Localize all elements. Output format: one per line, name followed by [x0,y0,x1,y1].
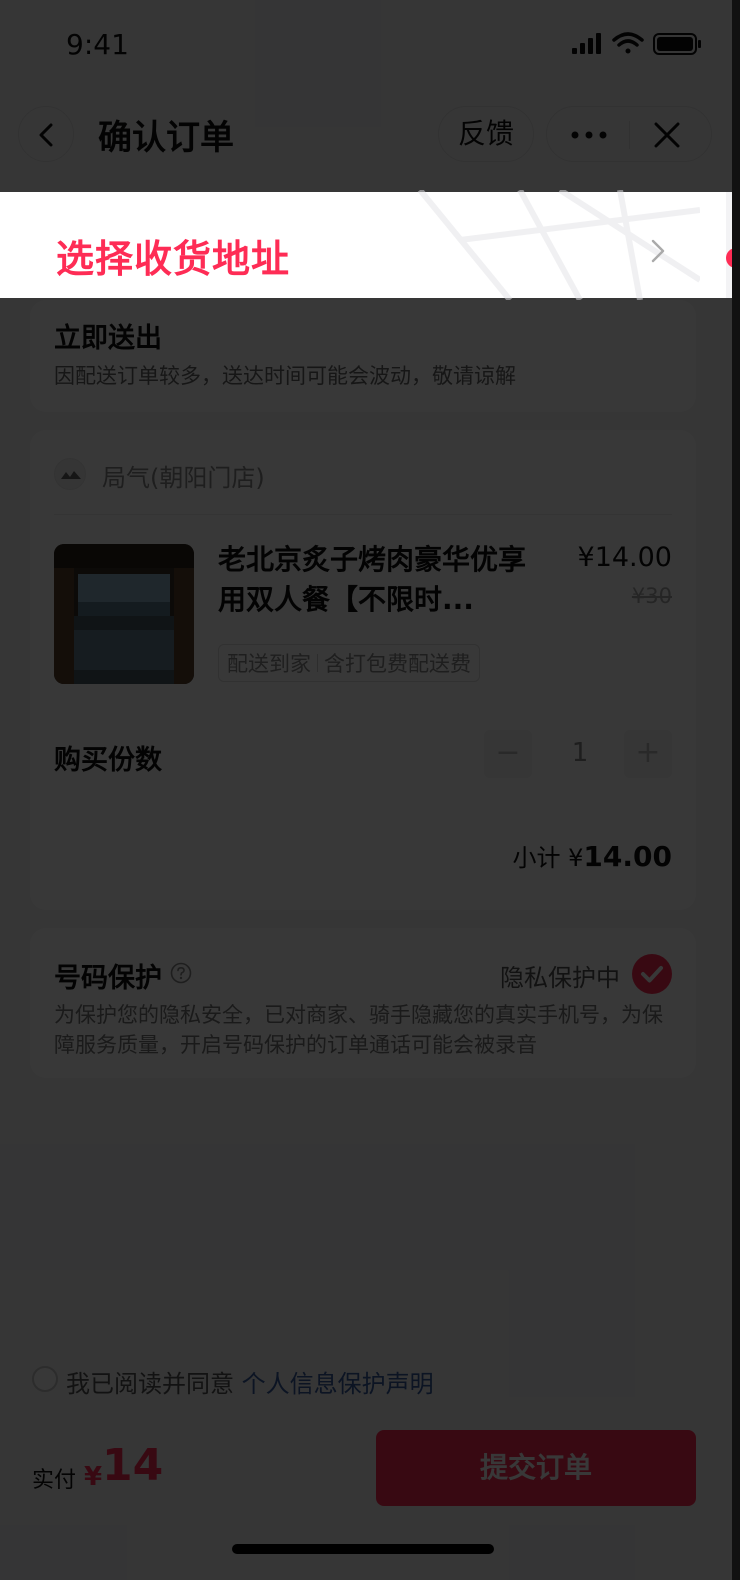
privacy-statement-link[interactable]: 个人信息保护声明 [242,1370,434,1398]
screen-edge [732,0,740,1580]
shop-logo [54,458,86,490]
quantity-plus-button[interactable]: + [624,730,672,778]
shop-divider [54,514,672,515]
submit-order-button[interactable]: 提交订单 [376,1430,696,1506]
home-indicator [232,1544,494,1554]
close-icon[interactable] [653,121,681,149]
product-photo [54,544,194,684]
mini-app-capsule [546,106,712,162]
agreement-checkbox[interactable] [32,1366,58,1392]
feedback-button[interactable]: 反馈 [438,106,534,162]
quantity-label: 购买份数 [54,745,162,776]
select-address-label[interactable]: 选择收货地址 [56,228,290,283]
pay-label: 实付 [32,1468,77,1493]
tag-fee: 含打包费配送费 [324,652,471,676]
delivery-note: 因配送订单较多，送达时间可能会波动，敬请谅解 [54,364,516,388]
status-time: 9:41 [66,28,129,61]
subtotal-amount: 14.00 [583,840,672,873]
back-arrow-icon [39,123,53,147]
battery-icon [653,33,701,55]
shop-name[interactable]: 局气(朝阳门店) [102,458,265,493]
signal-icon [572,33,601,54]
checkout-screen: 9:41 确认订单 反馈 立即送出 因配送订单较多，送达时间可能会波动，敬请谅解… [0,0,732,1580]
check-icon [641,966,663,983]
protection-state: 隐私保护中 [500,964,620,992]
quantity-value[interactable]: 1 [560,738,600,768]
pay-amount: 14 [102,1440,164,1491]
protection-description: 为保护您的隐私安全，已对商家、骑手隐藏您的真实手机号，为保障服务质量，开启号码保… [54,1003,663,1057]
chevron-right-icon [651,239,665,263]
subtotal-label: 小计 ¥ [512,844,584,872]
tag-delivery: 配送到家 [227,652,311,676]
page-title: 确认订单 [98,118,234,158]
more-dots-icon[interactable] [567,121,611,149]
status-icons [572,32,701,55]
protection-title: 号码保护 [54,963,162,994]
pay-currency: ¥ [84,1462,103,1492]
product-image[interactable] [54,544,194,684]
product-tags: 配送到家 含打包费配送费 [218,644,480,682]
product-title[interactable]: 老北京炙子烤肉豪华优享用双人餐【不限时... [218,540,528,620]
shop-logo-icon [61,471,81,479]
agreement-text: 我已阅读并同意 个人信息保护声明 [66,1364,434,1399]
quantity-minus-button[interactable]: − [484,730,532,778]
delivery-title: 立即送出 [54,323,162,354]
capsule-divider [629,121,630,149]
product-original-price: ¥30 [631,584,672,608]
tag-separator [317,654,318,672]
subtotal: 小计 ¥14.00 [450,838,672,873]
wifi-icon [612,32,644,54]
product-price: ¥14.00 [577,542,672,573]
help-icon[interactable] [170,962,192,984]
back-button[interactable] [18,106,74,162]
agreement-label: 我已阅读并同意 [66,1370,234,1398]
protection-toggle[interactable] [632,954,672,994]
